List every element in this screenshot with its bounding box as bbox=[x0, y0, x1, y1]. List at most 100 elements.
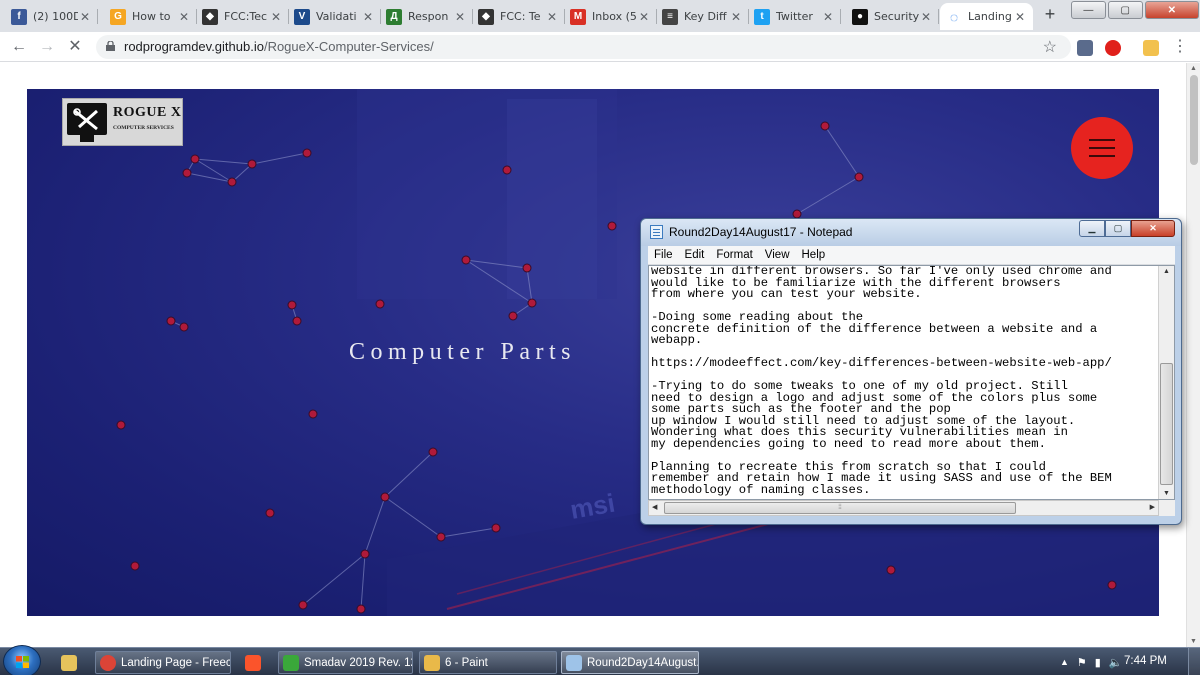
smadav-icon bbox=[283, 654, 299, 671]
menu-bar-line bbox=[1089, 155, 1115, 157]
hamburger-menu-button[interactable] bbox=[1071, 117, 1133, 179]
network-node bbox=[491, 523, 501, 533]
notepad-icon bbox=[566, 654, 582, 671]
notepad-text[interactable]: website in different browsers. So far I'… bbox=[650, 266, 1158, 500]
notepad-minimize-button[interactable]: ▁ bbox=[1079, 220, 1105, 237]
network-node bbox=[182, 168, 192, 178]
close-window-button[interactable]: ✕ bbox=[1144, 1, 1199, 19]
minimize-button[interactable]: — bbox=[1071, 1, 1106, 19]
show-desktop-button[interactable] bbox=[1188, 648, 1200, 675]
browser-tab[interactable]: t Twitter ✕ bbox=[748, 3, 841, 30]
tab-close-icon[interactable]: ✕ bbox=[80, 10, 92, 24]
network-node bbox=[298, 600, 308, 610]
new-tab-button[interactable]: + bbox=[1040, 5, 1060, 25]
shield-extension-icon[interactable] bbox=[1077, 40, 1093, 56]
taskbar-item[interactable] bbox=[240, 651, 270, 674]
bookmark-star-icon[interactable]: ☆ bbox=[1043, 37, 1057, 57]
url-text: rodprogramdev.github.io/RogueX-Computer-… bbox=[124, 39, 434, 54]
taskbar-item[interactable]: Smadav 2019 Rev. 12... bbox=[278, 651, 413, 674]
extension-icon[interactable] bbox=[1143, 40, 1159, 56]
network-node bbox=[130, 561, 140, 571]
network-node bbox=[190, 154, 200, 164]
tab-close-icon[interactable]: ✕ bbox=[823, 10, 835, 24]
network-node bbox=[308, 409, 318, 419]
network-node bbox=[522, 263, 532, 273]
action-center-flag-icon[interactable]: ⚑ bbox=[1077, 656, 1087, 669]
browser-tab[interactable]: ◆ FCC: Te ✕ bbox=[472, 3, 565, 30]
menu-dots-icon[interactable]: ⋮ bbox=[1171, 38, 1189, 56]
page-scroll-thumb[interactable] bbox=[1190, 75, 1198, 165]
tab-close-icon[interactable]: ✕ bbox=[455, 10, 467, 24]
network-link bbox=[364, 496, 386, 555]
start-button[interactable] bbox=[3, 645, 41, 675]
browser-tab[interactable]: Д Respon ✕ bbox=[380, 3, 473, 30]
stop-loading-icon[interactable]: ✕ bbox=[66, 38, 84, 56]
taskbar-item-label: Round2Day14August... bbox=[587, 656, 699, 669]
notepad-title-bar[interactable]: Round2Day14August17 - Notepad ▁ ▢ ✕ bbox=[641, 219, 1181, 246]
show-hidden-icons[interactable]: ▲ bbox=[1060, 657, 1069, 667]
menu-edit[interactable]: Edit bbox=[679, 249, 711, 261]
resize-grip[interactable] bbox=[1159, 500, 1175, 516]
network-node bbox=[607, 221, 617, 231]
menu-help[interactable]: Help bbox=[796, 249, 832, 261]
browser-tab[interactable]: G How to ✕ bbox=[104, 3, 197, 30]
tab-close-icon[interactable]: ✕ bbox=[1015, 10, 1027, 24]
menu-format[interactable]: Format bbox=[710, 249, 758, 261]
notepad-vertical-scrollbar[interactable]: ▲ ▼ bbox=[1158, 266, 1174, 499]
maximize-button[interactable]: ▢ bbox=[1107, 1, 1143, 19]
scroll-right-icon[interactable]: ▶ bbox=[1150, 503, 1155, 511]
taskbar-item[interactable]: Landing Page - Freec... bbox=[95, 651, 231, 674]
tab-close-icon[interactable]: ✕ bbox=[547, 10, 559, 24]
menu-bar-line bbox=[1089, 139, 1115, 141]
notepad-close-button[interactable]: ✕ bbox=[1131, 220, 1175, 237]
scroll-left-icon[interactable]: ◀ bbox=[652, 503, 657, 511]
facebook-icon: f bbox=[11, 8, 27, 25]
browser-tab[interactable]: ◌ Landing ✕ bbox=[940, 3, 1033, 30]
browser-tab[interactable]: ● Security ✕ bbox=[846, 3, 939, 30]
tab-close-icon[interactable]: ✕ bbox=[271, 10, 283, 24]
opera-extension-icon[interactable] bbox=[1105, 40, 1121, 56]
menu-view[interactable]: View bbox=[759, 249, 796, 261]
taskbar-item[interactable]: Round2Day14August... bbox=[561, 651, 699, 674]
notepad-line: webapp. bbox=[651, 333, 703, 347]
back-arrow-icon[interactable]: ← bbox=[10, 38, 28, 56]
tab-close-icon[interactable]: ✕ bbox=[731, 10, 743, 24]
scroll-up-icon[interactable]: ▲ bbox=[1163, 268, 1170, 275]
browser-tab[interactable]: M Inbox (5 ✕ bbox=[564, 3, 657, 30]
notepad-scroll-thumb[interactable] bbox=[1160, 363, 1173, 485]
notepad-maximize-button[interactable]: ▢ bbox=[1105, 220, 1131, 237]
brave-icon bbox=[245, 654, 261, 671]
notepad-horizontal-scrollbar[interactable]: ◀ ⦙⦙ ▶ bbox=[648, 500, 1159, 516]
notepad-icon bbox=[650, 225, 663, 239]
taskbar-item[interactable] bbox=[56, 651, 84, 674]
browser-tab[interactable]: V Validati ✕ bbox=[288, 3, 381, 30]
page-scrollbar[interactable]: ▲ ▼ bbox=[1186, 63, 1200, 647]
network-node bbox=[527, 298, 537, 308]
tab-close-icon[interactable]: ✕ bbox=[639, 10, 651, 24]
scroll-up-icon[interactable]: ▲ bbox=[1190, 65, 1197, 72]
tab-title: FCC:Tec bbox=[224, 10, 268, 23]
loading-spinner-icon: ◌ bbox=[949, 8, 959, 25]
windows-explorer-icon bbox=[61, 654, 77, 671]
browser-tab[interactable]: ≡ Key Diff ✕ bbox=[656, 3, 749, 30]
scroll-down-icon[interactable]: ▼ bbox=[1190, 638, 1197, 645]
tab-close-icon[interactable]: ✕ bbox=[921, 10, 933, 24]
network-node bbox=[166, 316, 176, 326]
forward-arrow-icon[interactable]: → bbox=[38, 38, 56, 56]
tab-close-icon[interactable]: ✕ bbox=[363, 10, 375, 24]
browser-tab[interactable]: ◆ FCC:Tec ✕ bbox=[196, 3, 289, 30]
tab-close-icon[interactable]: ✕ bbox=[179, 10, 191, 24]
taskbar-clock[interactable]: 7:44 PM bbox=[1124, 655, 1167, 667]
notepad-hscroll-thumb[interactable]: ⦙⦙ bbox=[664, 502, 1016, 514]
volume-icon[interactable]: 🔈 bbox=[1109, 656, 1123, 669]
menu-file[interactable]: File bbox=[648, 249, 679, 261]
network-node bbox=[502, 165, 512, 175]
site-logo[interactable]: ROGUE X COMPUTER SERVICES bbox=[62, 98, 183, 146]
scroll-down-icon[interactable]: ▼ bbox=[1163, 490, 1170, 497]
address-bar[interactable]: rodprogramdev.github.io/RogueX-Computer-… bbox=[96, 35, 1071, 59]
browser-tab[interactable]: f (2) 100D ✕ bbox=[5, 3, 98, 30]
notepad-text-area[interactable]: website in different browsers. So far I'… bbox=[648, 265, 1175, 500]
network-icon[interactable]: ▮ bbox=[1095, 656, 1101, 669]
taskbar-item[interactable]: 6 - Paint bbox=[419, 651, 557, 674]
network-node bbox=[292, 316, 302, 326]
